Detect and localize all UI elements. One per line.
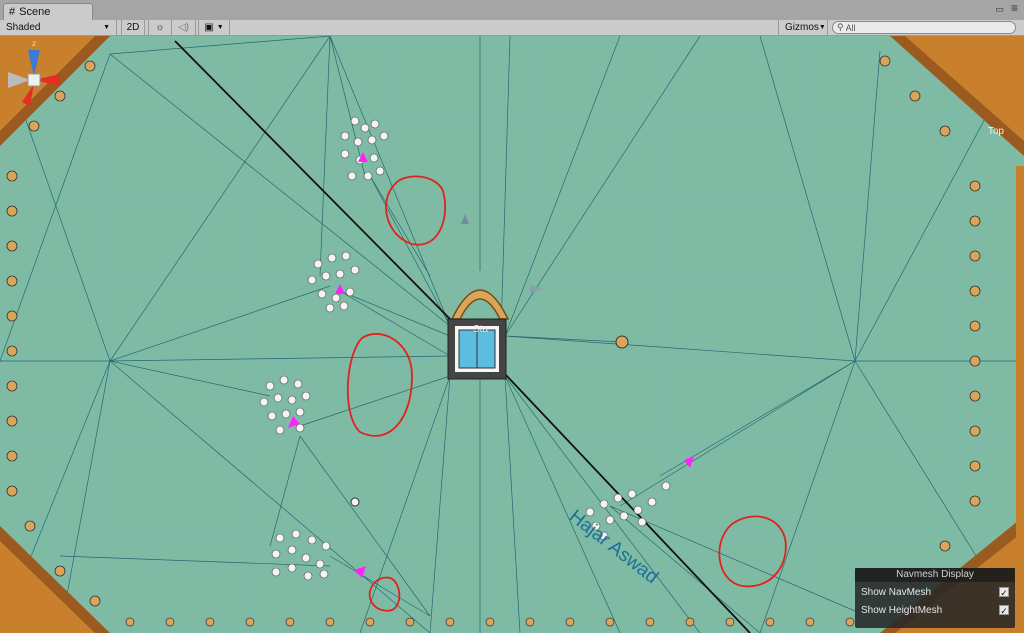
scene-viewport[interactable]: Sta Hajar Aswad z Top Navmesh Display Sh… — [0, 36, 1024, 633]
show-navmesh-checkbox[interactable]: ✓ — [999, 587, 1009, 598]
tab-scene[interactable]: # Scene — [3, 3, 93, 20]
gizmos-arrow-icon: ▼ — [818, 24, 826, 31]
image-icon: ▣ — [204, 22, 214, 33]
show-heightmesh-label: Show HeightMesh — [861, 604, 943, 616]
lock-icon[interactable]: ▭ — [995, 4, 1004, 15]
speaker-icon: ◁) — [177, 22, 190, 33]
window-menu-icon[interactable]: ≡ — [1011, 1, 1018, 15]
lighting-toggle-button[interactable]: ☼ — [148, 20, 172, 35]
navmesh-display-title: Navmesh Display — [855, 568, 1015, 582]
scene-toolbar: Shaded ▼ 2D ☼ ◁) ▣ ▼ Gizmos ▼ ⚲ — [0, 20, 1024, 36]
show-heightmesh-row[interactable]: Show HeightMesh ✓ — [855, 602, 1015, 618]
effects-dropdown[interactable]: ▣ ▼ — [198, 20, 230, 35]
2d-toggle-button[interactable]: 2D — [121, 20, 145, 35]
show-heightmesh-checkbox[interactable]: ✓ — [999, 605, 1009, 616]
show-navmesh-label: Show NavMesh — [861, 586, 932, 598]
grid-icon: # — [9, 6, 16, 18]
orientation-label: Top — [987, 126, 1004, 137]
search-field[interactable]: ⚲ — [832, 21, 1016, 34]
stage-label: Sta — [473, 324, 489, 335]
orientation-gizmo[interactable]: z — [0, 36, 80, 136]
show-navmesh-row[interactable]: Show NavMesh ✓ — [855, 584, 1015, 600]
gizmos-label: Gizmos — [785, 22, 819, 33]
2d-label: 2D — [126, 22, 140, 33]
search-icon: ⚲ — [837, 22, 844, 32]
tab-bar: # Scene ▭ ≡ — [0, 0, 1024, 21]
draw-mode-dropdown[interactable]: Shaded ▼ — [0, 20, 117, 35]
effects-arrow-icon: ▼ — [216, 24, 224, 31]
svg-text:z: z — [32, 39, 36, 48]
draw-mode-value: Shaded — [6, 22, 41, 33]
tab-scene-label: Scene — [19, 6, 51, 18]
search-input[interactable] — [845, 22, 996, 33]
navmesh-display-panel: Navmesh Display Show NavMesh ✓ Show Heig… — [855, 568, 1015, 628]
sun-icon: ☼ — [155, 22, 165, 33]
dropdown-arrow-icon: ▼ — [103, 24, 110, 31]
audio-toggle-button[interactable]: ◁) — [172, 20, 196, 35]
gizmos-dropdown[interactable]: Gizmos ▼ — [778, 20, 828, 35]
navmesh-canvas — [0, 36, 1024, 633]
